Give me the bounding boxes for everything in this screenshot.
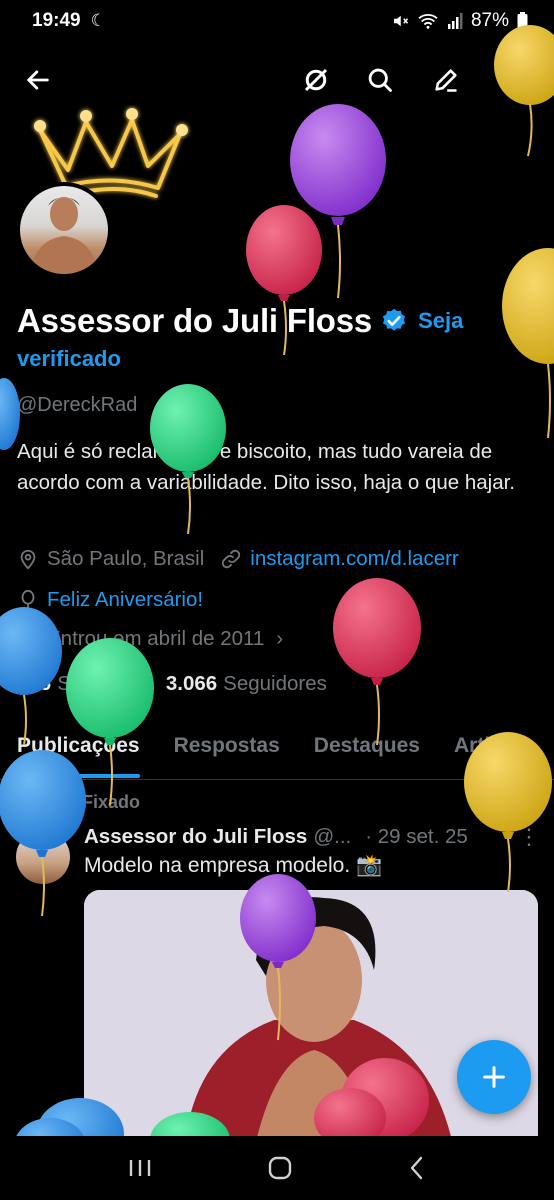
post-text: Modelo na empresa modelo. 📸 xyxy=(84,854,383,877)
status-icons: 87% xyxy=(391,10,528,32)
post-author-name[interactable]: Assessor do Juli Floss xyxy=(84,825,307,849)
profile-website-link[interactable]: instagram.com/d.lacerr xyxy=(250,547,458,571)
profile-name-row: Assessor do Juli Floss Seja xyxy=(17,302,537,340)
tab-posts[interactable]: Publicações xyxy=(17,722,140,779)
compose-button[interactable] xyxy=(457,1040,531,1114)
get-verified-link-continued[interactable]: verificado xyxy=(17,346,121,372)
following-link[interactable]: 606 Seguindo xyxy=(17,672,144,696)
profile-location: São Paulo, Brasil xyxy=(47,547,205,570)
get-verified-link[interactable]: Seja xyxy=(418,308,463,334)
joined-row[interactable]: Entrou em abril de 2011 › xyxy=(17,627,283,651)
balloon-pink-middle xyxy=(333,578,421,746)
post-photo-image xyxy=(84,890,538,1150)
mute-icon xyxy=(393,15,409,27)
recent-apps-icon[interactable] xyxy=(127,1157,153,1179)
back-button[interactable] xyxy=(16,58,60,102)
followers-link[interactable]: 3.066 Seguidores xyxy=(166,672,327,696)
profile-handle: @DereckRad xyxy=(17,394,138,416)
birthday-message[interactable]: Feliz Aniversário! xyxy=(47,588,203,612)
tab-articles[interactable]: Artigos xyxy=(454,722,528,779)
system-nav-bar xyxy=(0,1136,554,1200)
location-icon xyxy=(17,548,39,570)
pinned-label: Fixado xyxy=(82,792,141,812)
edit-profile-button[interactable] xyxy=(424,58,468,102)
balloon-icon xyxy=(17,589,39,611)
tab-highlights[interactable]: Destaques xyxy=(314,722,420,779)
following-label: Seguindo xyxy=(57,672,144,695)
battery-icon xyxy=(517,12,528,30)
avatar-photo xyxy=(30,197,98,274)
status-time: 19:49 xyxy=(32,10,81,31)
search-icon xyxy=(368,68,392,92)
status-bar: 19:49 ☾ 87% xyxy=(0,0,554,42)
more-button[interactable] xyxy=(492,58,536,102)
display-name: Assessor do Juli Floss xyxy=(17,302,373,339)
grok-button[interactable] xyxy=(294,58,338,102)
post-more-icon[interactable]: ⋮ xyxy=(518,824,540,850)
post-photo[interactable] xyxy=(84,890,538,1150)
link-icon xyxy=(220,548,242,570)
following-count: 606 xyxy=(17,672,52,695)
wifi-icon xyxy=(418,14,438,29)
calendar-icon xyxy=(17,628,39,650)
back-arrow-icon xyxy=(27,70,49,90)
do-not-disturb-icon: ☾ xyxy=(90,11,106,30)
more-icon xyxy=(511,67,517,93)
plus-icon xyxy=(483,1066,505,1088)
joined-date: Entrou em abril de 2011 xyxy=(47,627,265,650)
follow-stats: 606 Seguindo 3.066 Seguidores xyxy=(17,672,327,696)
post-header: Assessor do Juli Floss @... · 29 set. 25… xyxy=(84,824,540,850)
post-author-avatar[interactable] xyxy=(16,830,70,884)
search-button[interactable] xyxy=(358,58,402,102)
pinned-indicator: Fixado xyxy=(50,792,140,813)
profile-bio: Aqui é só reclamação e biscoito, mas tud… xyxy=(17,440,515,494)
profile-meta-row: São Paulo, Brasil instagram.com/d.lacerr xyxy=(17,547,459,571)
profile-tabs: Publicações Respostas Destaques Artigos xyxy=(0,722,554,780)
post-date[interactable]: · 29 set. 25 xyxy=(365,825,468,849)
verified-badge-icon[interactable] xyxy=(380,307,408,335)
signal-icon xyxy=(447,13,463,29)
post-author-handle[interactable]: @... xyxy=(313,825,351,849)
followers-label: Seguidores xyxy=(223,672,327,695)
battery-level: 87% xyxy=(470,10,509,31)
edit-icon xyxy=(435,69,457,92)
balloon-yellow-right xyxy=(502,248,554,439)
home-icon[interactable] xyxy=(267,1155,293,1181)
grok-icon xyxy=(304,68,328,92)
profile-avatar[interactable] xyxy=(16,182,112,278)
followers-count: 3.066 xyxy=(165,672,218,695)
back-nav-icon[interactable] xyxy=(407,1155,427,1181)
tab-replies[interactable]: Respostas xyxy=(174,722,280,779)
pin-icon xyxy=(54,795,64,810)
chevron-right-icon: › xyxy=(276,627,284,650)
birthday-row: Feliz Aniversário! xyxy=(17,588,203,612)
